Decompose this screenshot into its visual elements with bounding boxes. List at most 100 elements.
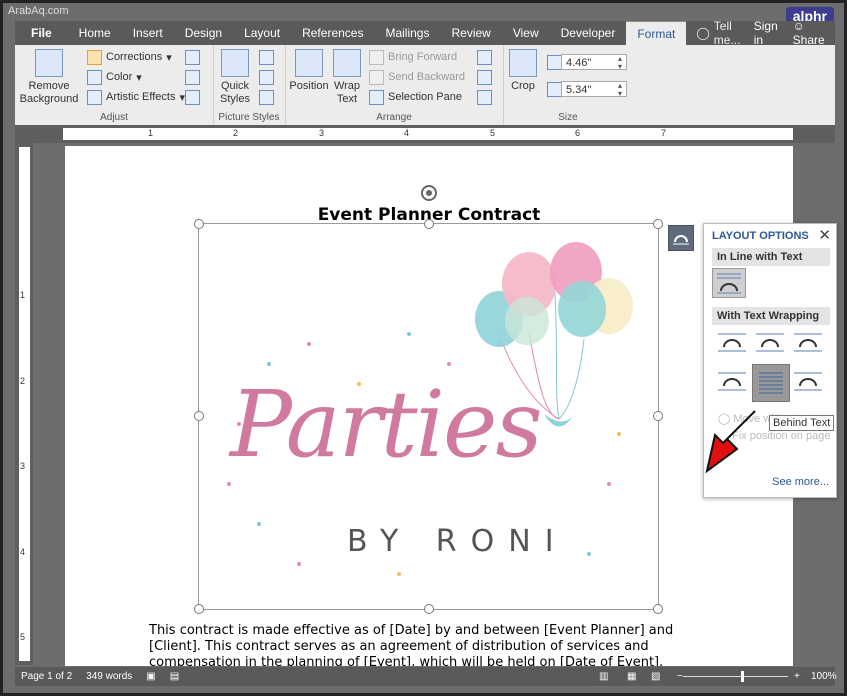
behind-text-icon [759,372,783,394]
in-front-of-text-option[interactable] [792,368,824,396]
ribbon-bow [544,414,574,427]
behind-text-option[interactable] [752,364,790,402]
bring-forward-button[interactable]: Bring Forward [369,48,457,66]
ruler-number: 3 [319,128,325,138]
wrap-text-icon [333,49,361,77]
tabbar-right: Sign in ☺ Share [754,19,835,47]
tab-view[interactable]: View [502,21,550,45]
print-layout-icon[interactable]: ▦ [627,671,636,682]
share-button[interactable]: ☺ Share [793,19,825,47]
macro-icon[interactable]: ▤ [170,671,179,682]
tab-review[interactable]: Review [440,21,501,45]
resize-handle[interactable] [653,604,663,614]
inline-with-text-option[interactable] [712,268,746,298]
selection-pane-label: Selection Pane [388,91,462,103]
corrections-button[interactable]: Corrections ▾ [87,48,172,66]
tab-layout[interactable]: Layout [233,21,291,45]
wrap-text-button[interactable]: Wrap Text [331,49,363,106]
tell-me-box[interactable]: ◯ Tell me... [686,19,753,47]
layout-options-icon [673,235,689,245]
tab-insert[interactable]: Insert [122,21,174,45]
crop-button[interactable]: Crop [509,49,537,93]
close-icon[interactable]: ✕ [818,226,831,244]
square-wrap-icon [718,333,746,352]
lightbulb-icon: ◯ [696,26,710,40]
tab-references[interactable]: References [291,21,374,45]
compress-pictures-icon[interactable] [185,50,200,65]
sign-in-link[interactable]: Sign in [754,19,779,47]
web-layout-icon[interactable]: ▧ [651,671,660,682]
tab-developer[interactable]: Developer [550,21,627,45]
resize-handle[interactable] [424,604,434,614]
word-count[interactable]: 349 words [86,671,132,682]
tight-wrap-option[interactable] [754,329,786,357]
quick-styles-button[interactable]: Quick Styles [217,49,253,106]
vertical-ruler[interactable]: 1 2 3 4 5 [15,143,33,665]
bring-forward-icon [369,49,384,65]
group-label-arrange: Arrange [376,112,412,123]
ruler-number: 5 [20,632,26,642]
layout-options-button[interactable] [668,225,694,251]
document-page[interactable]: Event Planner Contract Parties BY RONI T… [65,146,793,666]
send-backward-button[interactable]: Send Backward [369,68,465,86]
zoom-level[interactable]: 100% [811,671,837,682]
artistic-effects-button[interactable]: Artistic Effects ▾ [87,88,185,106]
zoom-in-icon[interactable]: + [794,671,800,682]
group-arrange: Position Wrap Text Bring Forward Send Ba… [285,45,504,125]
remove-background-icon [35,49,63,77]
color-button[interactable]: Color ▾ [87,68,142,86]
tab-mailings[interactable]: Mailings [374,21,440,45]
vruler-track: 1 2 3 4 5 [19,147,30,661]
section-inline: In Line with Text [712,248,830,266]
resize-handle[interactable] [653,219,663,229]
horizontal-ruler[interactable]: 1 2 3 4 5 6 7 [15,125,835,143]
tab-file[interactable]: File [15,21,68,45]
proofing-icon[interactable]: ▣ [146,671,155,682]
width-field[interactable]: 5.34" [561,81,627,98]
status-bar: Page 1 of 2 349 words ▣ ▤ ▥ ▦ ▧ − + 100% [15,667,837,686]
top-bottom-wrap-option[interactable] [716,368,748,396]
rotate-handle-icon[interactable] [419,183,439,203]
tab-design[interactable]: Design [174,21,233,45]
page-count[interactable]: Page 1 of 2 [21,671,72,682]
change-picture-icon[interactable] [185,70,200,85]
ruler-number: 1 [148,128,154,138]
corrections-label: Corrections [106,51,163,63]
rotate-icon[interactable] [477,90,492,105]
quick-styles-label: Quick Styles [220,80,250,105]
picture-effects-icon[interactable] [259,70,274,85]
read-mode-icon[interactable]: ▥ [599,671,608,682]
crop-icon [509,49,537,77]
resize-handle[interactable] [194,219,204,229]
group-icon[interactable] [477,70,492,85]
see-more-link[interactable]: See more... [772,476,829,488]
remove-background-button[interactable]: Remove Background [19,49,79,106]
zoom-out-icon[interactable]: − [677,671,683,682]
ruler-number: 3 [20,461,26,471]
resize-handle[interactable] [194,604,204,614]
picture-layout-icon[interactable] [259,90,274,105]
picture-border-icon[interactable] [259,50,274,65]
resize-handle[interactable] [653,411,663,421]
reset-picture-icon[interactable] [185,90,200,105]
through-wrap-option[interactable] [792,329,824,357]
resize-handle[interactable] [194,411,204,421]
balloon [505,297,549,345]
shape-height-icon [547,55,562,70]
tab-format[interactable]: Format [626,20,687,46]
height-field[interactable]: 4.46" [561,54,627,71]
position-button[interactable]: Position [289,49,329,93]
selection-pane-button[interactable]: Selection Pane [369,88,462,106]
zoom-slider[interactable] [683,676,788,677]
square-wrap-option[interactable] [716,329,748,357]
ruler-number: 5 [490,128,496,138]
tab-home[interactable]: Home [68,21,122,45]
remove-background-label: Remove Background [19,80,79,105]
group-size: Crop 4.46" 5.34" Size [503,45,633,125]
ruler-track: 1 2 3 4 5 6 7 [63,128,793,140]
balloon [558,281,606,337]
zoom-thumb[interactable] [741,671,744,682]
resize-handle[interactable] [424,219,434,229]
watermark: ArabAq.com [8,5,69,17]
align-icon[interactable] [477,50,492,65]
